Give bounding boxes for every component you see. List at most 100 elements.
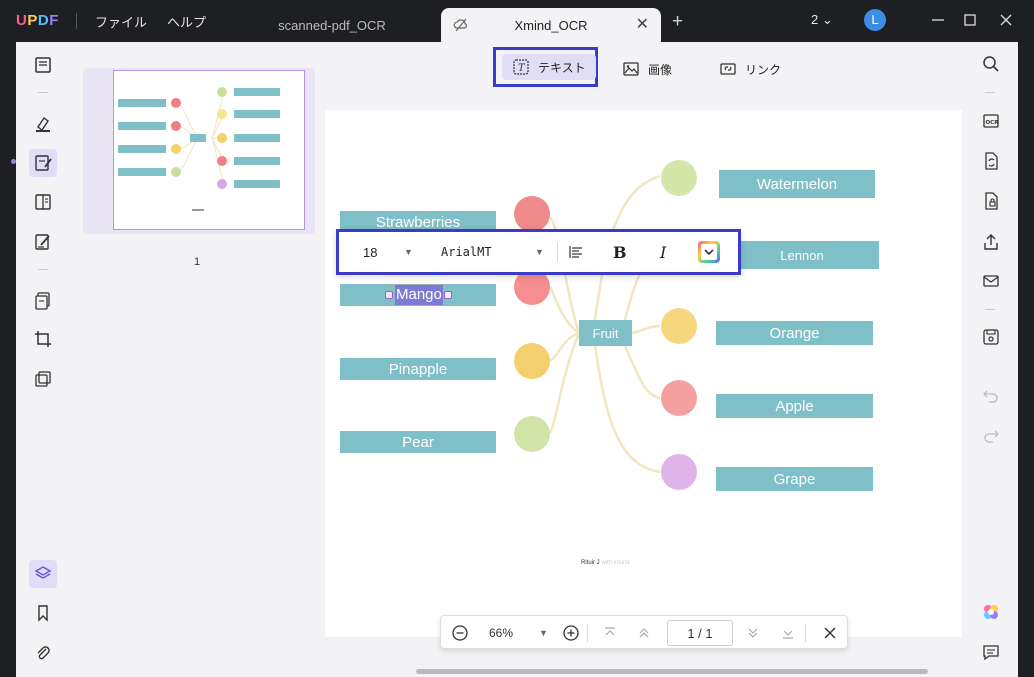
crop-button[interactable]: [29, 325, 57, 353]
zoom-level[interactable]: 66%: [489, 616, 513, 650]
font-size-value: 18: [363, 244, 378, 260]
tab-scanned-pdf-ocr[interactable]: scanned-pdf_OCR: [270, 8, 394, 42]
save-icon: [983, 329, 999, 345]
edit-pdf-button[interactable]: [29, 149, 57, 177]
last-page-icon: [783, 630, 793, 639]
left-toolbar: [11, 42, 70, 677]
font-size-dropdown-icon[interactable]: ▼: [404, 232, 413, 272]
email-button[interactable]: [980, 270, 1002, 292]
next-page-button[interactable]: [746, 616, 760, 650]
bookmark-button[interactable]: [29, 599, 57, 627]
reader-mode-button[interactable]: [29, 51, 57, 79]
comment-list-button[interactable]: [980, 641, 1002, 663]
crop-icon: [35, 331, 51, 347]
toolbar-divider: [38, 269, 48, 270]
zoom-navigation-bar: 66% ▼ 1 / 1: [440, 615, 848, 649]
mindmap-node-pinapple[interactable]: Pinapple: [340, 358, 496, 380]
undo-button[interactable]: [980, 384, 1002, 406]
mindmap-node-watermelon[interactable]: Watermelon: [719, 170, 875, 198]
mindmap-node-grape[interactable]: Grape: [716, 467, 873, 491]
attachment-button[interactable]: [29, 639, 57, 667]
italic-button[interactable]: I: [660, 232, 666, 272]
layers-icon: [34, 566, 52, 579]
tab-close-icon[interactable]: ✕: [636, 17, 649, 33]
zoom-dropdown-icon[interactable]: ▼: [539, 616, 548, 650]
menu-help[interactable]: ヘルプ: [167, 12, 206, 31]
zoom-in-button[interactable]: [562, 616, 580, 650]
add-image-label: 画像: [648, 62, 673, 77]
add-link-button[interactable]: リンク: [719, 56, 781, 82]
layers-stack-icon: [35, 371, 51, 387]
window-count[interactable]: 2 ⌄: [811, 12, 833, 28]
font-family-dropdown-icon[interactable]: ▼: [535, 232, 544, 272]
organize-pages-button[interactable]: [29, 287, 57, 315]
title-bar: UPDF ファイル ヘルプ scanned-pdf_OCR Xmind_OCR …: [0, 0, 1034, 42]
font-family-select[interactable]: ArialMT: [441, 232, 492, 272]
close-zoom-bar-button[interactable]: [823, 616, 837, 650]
add-text-button[interactable]: T テキスト: [502, 54, 596, 80]
paperclip-icon: [37, 646, 50, 660]
toolbar-divider: [985, 309, 995, 310]
mindmap-node-pear[interactable]: Pear: [340, 431, 496, 453]
page-layout-button[interactable]: [29, 188, 57, 216]
redo-button[interactable]: [980, 424, 1002, 446]
add-image-button[interactable]: 画像: [622, 56, 672, 82]
align-left-button[interactable]: [568, 232, 584, 272]
active-indicator: [11, 159, 16, 164]
bold-button[interactable]: B: [613, 232, 627, 272]
bookmark-icon: [38, 605, 48, 622]
redo-icon: [984, 430, 999, 443]
toolbar-divider: [805, 616, 806, 650]
book-icon: [35, 57, 51, 73]
minimize-icon[interactable]: [928, 10, 948, 30]
maximize-icon[interactable]: [960, 10, 980, 30]
page-number-input[interactable]: 1 / 1: [667, 620, 733, 646]
title-separator: [76, 13, 77, 29]
form-tool-button[interactable]: [29, 228, 57, 256]
new-tab-button[interactable]: +: [672, 11, 683, 33]
font-family-value: ArialMT: [441, 245, 492, 259]
footer-faint: with xmind: [601, 560, 630, 566]
ocr-button[interactable]: OCR: [980, 110, 1002, 132]
tab-xmind-ocr[interactable]: Xmind_OCR ✕: [441, 8, 661, 42]
resize-handle-right[interactable]: [444, 291, 452, 299]
resize-handle-left[interactable]: [385, 291, 393, 299]
pear-icon: [514, 416, 550, 452]
first-page-button[interactable]: [603, 616, 617, 650]
ai-assistant-button[interactable]: [980, 601, 1002, 623]
search-icon: [983, 56, 999, 72]
close-window-icon[interactable]: [996, 10, 1016, 30]
highlighter-icon: [36, 116, 50, 132]
text-box-icon: T: [513, 59, 529, 75]
image-icon: [623, 62, 639, 76]
protect-button[interactable]: [980, 190, 1002, 212]
mindmap-node-orange[interactable]: Orange: [716, 321, 873, 345]
updf-logo: UPDF: [16, 12, 59, 29]
mindmap-node-apple[interactable]: Apple: [716, 394, 873, 418]
layers-button[interactable]: [29, 560, 57, 588]
mindmap-node-lennon[interactable]: Lennon: [725, 241, 879, 269]
convert-button[interactable]: [980, 150, 1002, 172]
close-icon: [824, 627, 836, 639]
share-button[interactable]: [980, 231, 1002, 253]
horizontal-scrollbar[interactable]: [416, 669, 928, 674]
zoom-out-button[interactable]: [451, 616, 469, 650]
search-button[interactable]: [980, 53, 1002, 75]
pdf-page[interactable]: Strawberries Pinapple Pear Fruit Waterme…: [325, 110, 962, 637]
menu-file[interactable]: ファイル: [95, 12, 147, 31]
avatar[interactable]: L: [864, 9, 886, 31]
minus-circle-icon: [452, 625, 468, 641]
watermark-button[interactable]: [29, 365, 57, 393]
selected-text-mango[interactable]: Mango: [395, 285, 443, 305]
link-icon: [720, 63, 736, 75]
font-size-select[interactable]: 18: [363, 232, 377, 272]
page-thumbnail[interactable]: [83, 68, 315, 234]
convert-icon: [985, 152, 998, 170]
previous-page-button[interactable]: [637, 616, 651, 650]
comment-tool-button[interactable]: [29, 110, 57, 138]
text-color-button[interactable]: [697, 232, 721, 272]
save-button[interactable]: [980, 326, 1002, 348]
text-selection-box[interactable]: Mango: [385, 284, 452, 306]
mindmap-center-fruit[interactable]: Fruit: [579, 320, 632, 346]
last-page-button[interactable]: [781, 616, 795, 650]
